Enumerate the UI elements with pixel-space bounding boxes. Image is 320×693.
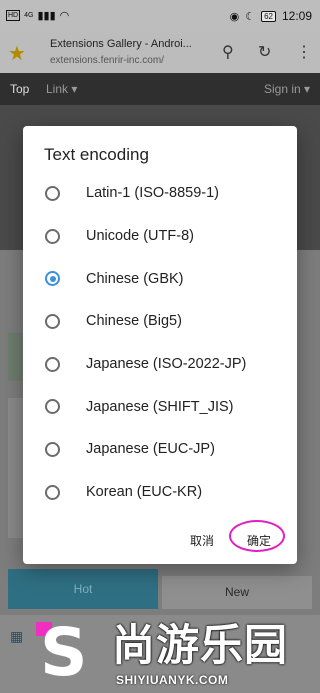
nav-link[interactable]: Link ▾: [46, 82, 77, 96]
nav-signin[interactable]: Sign in ▾: [264, 82, 310, 96]
option-euckr[interactable]: Korean (EUC-KR): [23, 471, 297, 514]
text-encoding-dialog: Text encoding Latin-1 (ISO-8859-1) Unico…: [23, 126, 297, 564]
option-iso2022jp[interactable]: Japanese (ISO-2022-JP): [23, 343, 297, 386]
dialog-title: Text encoding: [44, 145, 149, 164]
radio-icon[interactable]: [45, 356, 60, 372]
option-eucjp[interactable]: Japanese (EUC-JP): [23, 428, 297, 471]
browser-toolbar: ★ Extensions Gallery - Androi... extensi…: [0, 33, 320, 73]
page-title[interactable]: Extensions Gallery - Androi...: [50, 38, 192, 50]
ok-button[interactable]: 确定: [247, 532, 271, 549]
radio-selected-icon[interactable]: [45, 271, 60, 287]
overflow-menu-icon[interactable]: ⋮: [296, 42, 312, 62]
battery-indicator: 62: [261, 10, 276, 22]
option-label: Chinese (GBK): [86, 270, 184, 287]
option-label: Japanese (SHIFT_JIS): [86, 398, 234, 415]
watermark-english: SHIYIUANYK.COM: [116, 673, 229, 687]
url-text[interactable]: extensions.fenrir-inc.com/: [50, 55, 164, 66]
option-gbk[interactable]: Chinese (GBK): [23, 257, 297, 300]
signal-icon: ▮▮▮: [37, 10, 56, 22]
option-latin1[interactable]: Latin-1 (ISO-8859-1): [23, 172, 297, 215]
watermark-chinese: 尚游乐园: [112, 622, 288, 670]
search-icon[interactable]: ⚲: [222, 42, 234, 62]
nav-top[interactable]: Top: [10, 82, 29, 96]
option-utf8[interactable]: Unicode (UTF-8): [23, 215, 297, 258]
watermark-logo: S 尚游乐园 SHIYIUANYK.COM: [36, 618, 320, 693]
option-shiftjis[interactable]: Japanese (SHIFT_JIS): [23, 385, 297, 428]
option-label: Japanese (EUC-JP): [86, 441, 215, 458]
eye-icon: ◉: [229, 10, 240, 23]
site-nav: Top Link ▾ Sign in ▾: [0, 73, 320, 105]
option-big5[interactable]: Chinese (Big5): [23, 300, 297, 343]
moon-icon: ☾: [245, 10, 256, 23]
bookmark-star-icon[interactable]: ★: [8, 41, 26, 66]
reload-icon[interactable]: ↻: [258, 42, 271, 62]
logo-s-mark: S: [40, 614, 88, 691]
radio-icon[interactable]: [45, 441, 60, 457]
cancel-button[interactable]: 取消: [190, 532, 214, 549]
wifi-icon: ◠: [59, 10, 70, 22]
signal-label: 4G: [24, 12, 34, 19]
option-label: Japanese (ISO-2022-JP): [86, 356, 247, 373]
option-label: Latin-1 (ISO-8859-1): [86, 185, 219, 202]
tab-hot[interactable]: Hot: [8, 569, 158, 609]
hd-badge: HD: [6, 10, 21, 21]
radio-icon[interactable]: [45, 484, 60, 500]
radio-icon[interactable]: [45, 185, 60, 201]
grid-icon[interactable]: ▦: [10, 628, 23, 645]
option-label: Unicode (UTF-8): [86, 228, 194, 245]
radio-icon[interactable]: [45, 313, 60, 329]
radio-icon[interactable]: [45, 399, 60, 415]
tab-new[interactable]: New: [162, 576, 312, 609]
clock: 12:09: [281, 9, 312, 23]
status-bar: HD 4G ▮▮▮ ◠ ◉ ☾ 62 12:09: [0, 0, 320, 33]
option-label: Chinese (Big5): [86, 313, 182, 330]
radio-icon[interactable]: [45, 228, 60, 244]
encoding-options: Latin-1 (ISO-8859-1) Unicode (UTF-8) Chi…: [23, 172, 297, 514]
option-label: Korean (EUC-KR): [86, 484, 203, 501]
